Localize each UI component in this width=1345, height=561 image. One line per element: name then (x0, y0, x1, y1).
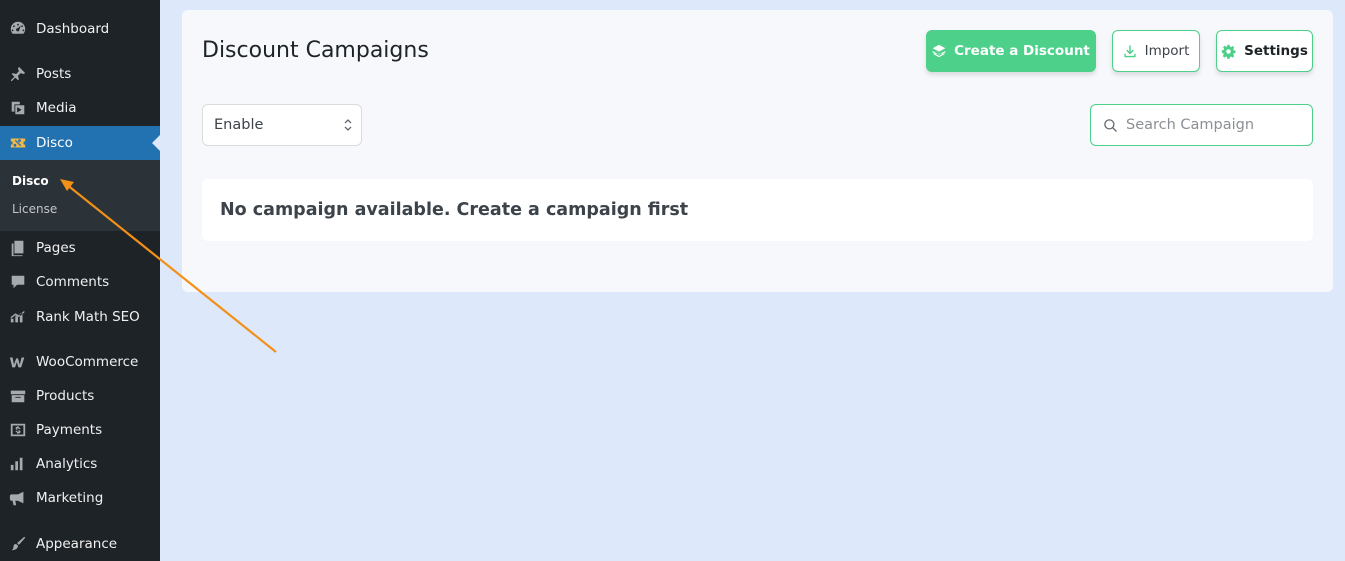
sidebar-item-label: Comments (36, 274, 110, 290)
media-icon (8, 98, 28, 118)
pages-icon (8, 238, 28, 258)
pushpin-icon (8, 64, 28, 84)
sidebar-item-payments[interactable]: Payments (0, 413, 160, 447)
megaphone-icon (8, 488, 28, 508)
search-campaign-input[interactable] (1124, 116, 1308, 134)
import-button[interactable]: Import (1112, 30, 1200, 72)
sidebar-item-pages[interactable]: Pages (0, 231, 160, 265)
settings-button[interactable]: Settings (1216, 30, 1313, 72)
sidebar-item-woocommerce[interactable]: WooCommerce (0, 345, 160, 379)
sidebar-item-appearance[interactable]: Appearance (0, 527, 160, 561)
sidebar-item-media[interactable]: Media (0, 91, 160, 125)
sidebar-item-label: Dashboard (36, 21, 110, 37)
sidebar-item-label: Pages (36, 240, 76, 256)
disco-submenu: Disco License (0, 160, 160, 231)
settings-label: Settings (1244, 43, 1308, 59)
sidebar-item-label: WooCommerce (36, 354, 139, 370)
sidebar-item-label: Posts (36, 66, 72, 82)
sidebar-item-products[interactable]: Products (0, 379, 160, 413)
search-icon (1104, 118, 1117, 132)
comment-icon (8, 272, 28, 292)
payments-icon (8, 420, 28, 440)
dashboard-icon (8, 19, 28, 39)
gear-icon (1221, 44, 1236, 59)
sidebar-item-marketing[interactable]: Marketing (0, 481, 160, 515)
sidebar-item-label: Marketing (36, 490, 104, 506)
sidebar-item-analytics[interactable]: Analytics (0, 447, 160, 481)
sidebar-item-posts[interactable]: Posts (0, 57, 160, 91)
sidebar-item-label: Disco (36, 135, 73, 151)
chevron-up-down-icon (344, 119, 352, 131)
status-filter-select[interactable]: Enable (202, 104, 362, 146)
analytics-icon (8, 454, 28, 474)
disco-icon (8, 133, 28, 153)
import-label: Import (1144, 43, 1190, 59)
empty-state-message: No campaign available. Create a campaign… (220, 200, 689, 220)
sidebar-item-label: Products (36, 388, 95, 404)
sidebar-item-dashboard[interactable]: Dashboard (0, 12, 160, 46)
create-discount-button[interactable]: Create a Discount (926, 30, 1096, 72)
sidebar-item-label: Analytics (36, 456, 98, 472)
sidebar-item-comments[interactable]: Comments (0, 265, 160, 299)
sidebar-item-label: Media (36, 100, 77, 116)
page-title: Discount Campaigns (202, 38, 429, 63)
search-campaign-field[interactable] (1090, 104, 1313, 146)
sidebar-item-disco[interactable]: Disco (0, 126, 160, 160)
sidebar-item-rank-math-seo[interactable]: Rank Math SEO (0, 300, 160, 334)
submenu-item-license[interactable]: License (12, 202, 57, 216)
sidebar-item-label: Payments (36, 422, 103, 438)
paintbrush-icon (8, 534, 28, 554)
campaigns-card: Discount Campaigns Create a Discount Imp… (182, 10, 1333, 292)
create-discount-label: Create a Discount (954, 43, 1090, 59)
download-icon (1123, 45, 1136, 58)
admin-sidebar: Dashboard Posts Media Disco Disco Licens… (0, 0, 160, 561)
woocommerce-icon (8, 352, 28, 372)
products-icon (8, 386, 28, 406)
sidebar-item-label: Appearance (36, 536, 118, 552)
status-filter-value: Enable (214, 117, 264, 133)
submenu-item-disco[interactable]: Disco (12, 174, 49, 188)
empty-state-panel: No campaign available. Create a campaign… (202, 179, 1313, 241)
sidebar-item-label: Rank Math SEO (36, 309, 140, 325)
rank-math-icon (8, 307, 28, 327)
layers-icon (932, 44, 946, 58)
